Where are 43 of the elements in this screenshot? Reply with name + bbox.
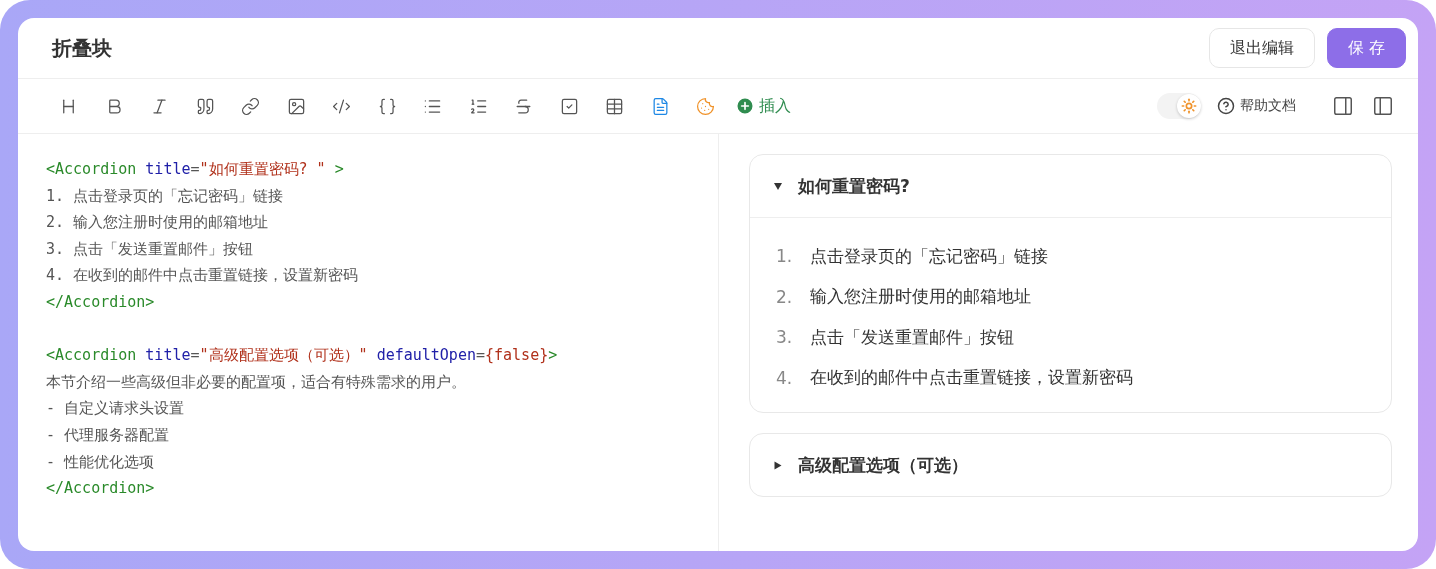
panel-left-icon[interactable]	[1372, 95, 1394, 117]
code-line: </Accordion>	[46, 478, 155, 500]
code-line: 1. 点击登录页的「忘记密码」链接	[46, 185, 284, 207]
caret-icon	[774, 182, 782, 190]
list-number: 4.	[776, 367, 793, 388]
accordion-title: 高级配置选项（可选）	[798, 453, 968, 477]
code-line: 4. 在收到的邮件中点击重置链接，设置新密码	[46, 265, 359, 287]
insert-button[interactable]: 插入	[728, 95, 791, 117]
list-item-text: 在收到的邮件中点击重置链接，设置新密码	[810, 366, 1134, 390]
quote-icon[interactable]	[195, 96, 215, 116]
code-line: 2. 输入您注册时使用的邮箱地址	[46, 212, 269, 234]
accordion-header[interactable]: 如何重置密码?	[750, 155, 1391, 218]
checkbox-icon[interactable]	[559, 96, 579, 116]
accordion-title: 如何重置密码?	[798, 174, 910, 198]
code-line: 3. 点击「发送重置邮件」按钮	[46, 238, 254, 260]
accordion-header[interactable]: 高级配置选项（可选）	[750, 434, 1391, 496]
caret-icon	[774, 461, 782, 469]
list-item-text: 点击「发送重置邮件」按钮	[810, 325, 1015, 349]
code-line: <Accordion title="高级配置选项（可选）" defaultOpen={false}>	[46, 345, 558, 367]
code-line: - 性能优化选项	[46, 451, 155, 473]
list-number: 3.	[776, 327, 793, 348]
braces-icon[interactable]	[377, 96, 397, 116]
page-title: 折叠块	[52, 34, 112, 62]
code-line: <Accordion title="如何重置密码? " >	[46, 159, 344, 180]
sun-icon	[1181, 98, 1197, 114]
exit-edit-button[interactable]: 退出编辑	[1208, 28, 1315, 68]
help-icon	[1217, 97, 1235, 115]
list-item-text: 输入您注册时使用的邮箱地址	[810, 285, 1032, 309]
table-icon[interactable]	[605, 96, 625, 116]
code-line: 本节介绍一些高级但非必要的配置项，适合有特殊需求的用户。	[46, 371, 466, 393]
panel-right-icon[interactable]	[1332, 95, 1354, 117]
code-line: </Accordion>	[46, 291, 155, 313]
plus-icon	[734, 96, 755, 116]
help-docs-link[interactable]: 帮助文档	[1217, 97, 1296, 115]
list-number: 1.	[776, 246, 793, 267]
theme-toggle[interactable]	[1157, 93, 1201, 119]
list-number: 2.	[776, 286, 793, 307]
code-line: - 自定义请求头设置	[46, 398, 185, 420]
code-line: - 代理服务器配置	[46, 424, 170, 446]
save-button[interactable]: 保 存	[1326, 28, 1406, 68]
list-item-text: 点击登录页的「忘记密码」链接	[810, 244, 1049, 268]
link-icon[interactable]	[241, 96, 261, 116]
image-icon[interactable]	[286, 96, 306, 116]
